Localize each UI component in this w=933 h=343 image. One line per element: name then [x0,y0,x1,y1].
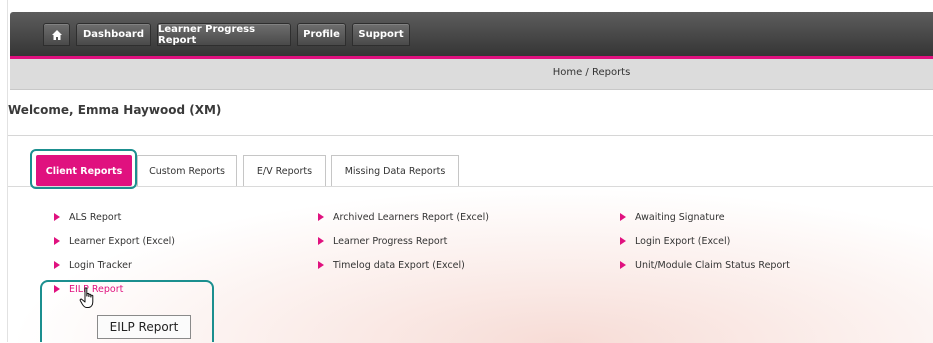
hand-pointer-cursor-icon [79,287,94,308]
client-reports-tab-highlight [30,149,137,189]
bullet-arrow-icon [318,261,324,269]
nav-dashboard[interactable]: Dashboard [76,23,151,46]
bullet-arrow-icon [54,237,60,245]
report-link-als[interactable]: ALS Report [54,210,121,224]
top-navigation-bar: Dashboard Learner Progress Report Profil… [10,12,933,56]
report-label: Awaiting Signature [635,211,725,223]
bullet-arrow-icon [620,237,626,245]
bullet-arrow-icon [318,213,324,221]
divider [8,135,933,136]
report-link-learner-export[interactable]: Learner Export (Excel) [54,234,175,248]
nav-support[interactable]: Support [352,23,410,46]
bullet-arrow-icon [54,213,60,221]
eilp-report-tooltip: EILP Report [97,315,191,339]
report-link-awaiting-signature[interactable]: Awaiting Signature [620,210,725,224]
welcome-message: Welcome, Emma Haywood (XM) [8,103,222,117]
bullet-arrow-icon [318,237,324,245]
breadcrumb-bar: Home / Reports [10,59,933,90]
nav-profile[interactable]: Profile [297,23,346,46]
home-icon [51,29,62,40]
nav-learner-progress-report[interactable]: Learner Progress Report [157,23,291,46]
report-link-login-tracker[interactable]: Login Tracker [54,258,132,272]
tab-custom-reports[interactable]: Custom Reports [137,155,237,186]
report-label: Learner Progress Report [333,235,448,247]
report-label: Login Export (Excel) [635,235,731,247]
report-link-archived-learners[interactable]: Archived Learners Report (Excel) [318,210,489,224]
bullet-arrow-icon [620,213,626,221]
report-label: ALS Report [69,211,122,223]
report-label: Timelog data Export (Excel) [333,259,465,271]
tab-ev-reports[interactable]: E/V Reports [243,155,326,186]
report-label: Unit/Module Claim Status Report [635,259,790,271]
report-label: Login Tracker [69,259,132,271]
report-link-timelog-export[interactable]: Timelog data Export (Excel) [318,258,465,272]
report-link-login-export[interactable]: Login Export (Excel) [620,234,730,248]
tab-missing-data-reports[interactable]: Missing Data Reports [331,155,459,186]
report-label: Learner Export (Excel) [69,235,176,247]
report-link-learner-progress[interactable]: Learner Progress Report [318,234,447,248]
bullet-arrow-icon [620,261,626,269]
home-button[interactable] [43,23,70,46]
report-label: Archived Learners Report (Excel) [333,211,489,223]
breadcrumb: Home / Reports [552,67,631,78]
report-link-unit-module-claim[interactable]: Unit/Module Claim Status Report [620,258,790,272]
bullet-arrow-icon [54,261,60,269]
